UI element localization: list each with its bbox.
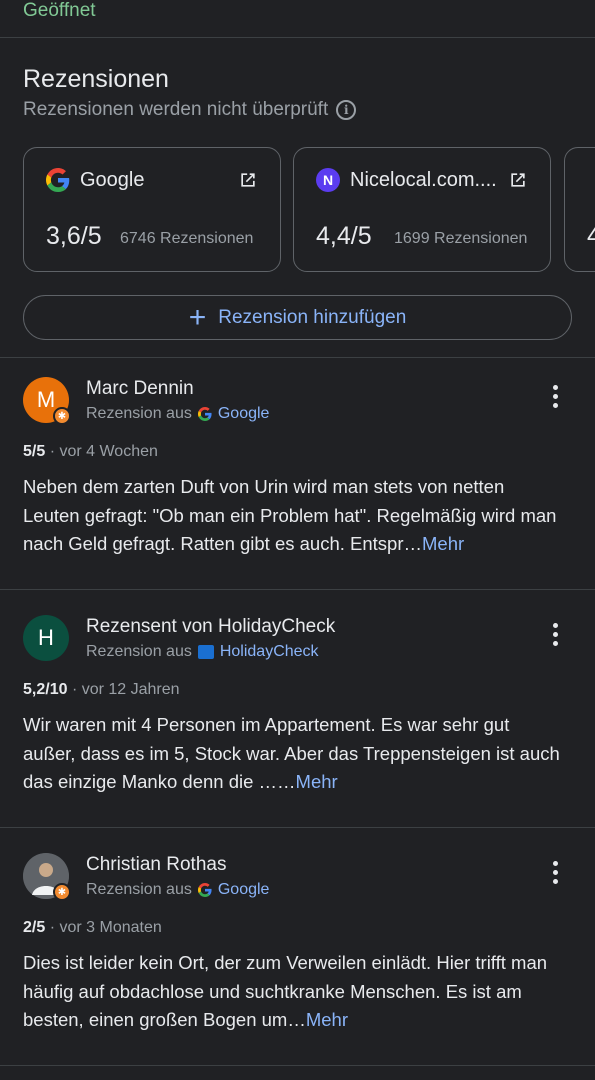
source-label: Google xyxy=(80,168,145,191)
review-time: · vor 4 Wochen xyxy=(49,443,158,460)
review-source: Rezension aus HolidayCheck xyxy=(86,643,319,661)
more-options-icon[interactable] xyxy=(544,623,566,653)
google-icon xyxy=(197,883,212,897)
divider xyxy=(0,589,595,590)
add-review-label: Rezension hinzufügen xyxy=(218,306,407,328)
review-author[interactable]: Rezensent von HolidayCheck xyxy=(86,616,335,638)
local-guide-badge-icon: ✱ xyxy=(53,407,71,425)
review-item: M ✱ Marc Dennin Rezension aus Google 5/5… xyxy=(0,377,595,572)
google-icon xyxy=(197,407,212,421)
source-review-count: 1699 Rezensionen xyxy=(394,230,528,247)
review-author[interactable]: Marc Dennin xyxy=(86,378,194,400)
source-card-partial[interactable]: 4 xyxy=(564,147,595,272)
review-source-name[interactable]: Google xyxy=(218,881,270,899)
review-source: Rezension aus Google xyxy=(86,881,269,899)
review-source-prefix: Rezension aus xyxy=(86,405,192,422)
read-more-link[interactable]: Mehr xyxy=(422,533,464,554)
review-meta: 5,2/10 · vor 12 Jahren xyxy=(23,681,180,699)
source-score: 3,6/5 xyxy=(46,222,102,250)
google-icon xyxy=(46,168,70,192)
review-item: ✱ Christian Rothas Rezension aus Google … xyxy=(0,853,595,1048)
review-rating: 5/5 xyxy=(23,443,46,460)
source-review-count: 6746 Rezensionen xyxy=(120,230,254,247)
review-sources-carousel[interactable]: Google 3,6/5 6746 Rezensionen N Niceloca… xyxy=(23,147,595,272)
review-body: Dies ist leider kein Ort, der zum Verwei… xyxy=(23,952,548,1030)
review-source-prefix: Rezension aus xyxy=(86,643,192,660)
review-source: Rezension aus Google xyxy=(86,405,269,423)
divider xyxy=(0,827,595,828)
review-rating: 5,2/10 xyxy=(23,681,68,698)
review-author[interactable]: Christian Rothas xyxy=(86,854,226,876)
avatar[interactable]: H xyxy=(23,615,69,661)
source-score: 4 xyxy=(587,222,595,250)
review-source-name[interactable]: HolidayCheck xyxy=(220,643,319,661)
review-text: Neben dem zarten Duft von Urin wird man … xyxy=(23,473,563,559)
nicelocal-logo-icon: N xyxy=(316,168,340,192)
open-external-icon[interactable] xyxy=(508,170,528,190)
review-rating: 2/5 xyxy=(23,919,46,936)
holidaycheck-icon xyxy=(197,645,214,659)
source-card-nicelocal[interactable]: N Nicelocal.com.... 4,4/5 1699 Rezension… xyxy=(293,147,551,272)
review-source-name[interactable]: Google xyxy=(218,405,270,423)
section-title: Rezensionen xyxy=(23,65,169,93)
more-options-icon[interactable] xyxy=(544,385,566,415)
source-name: N Nicelocal.com.... xyxy=(316,168,497,192)
divider xyxy=(0,357,595,358)
local-guide-badge-icon: ✱ xyxy=(53,883,71,901)
avatar[interactable]: M ✱ xyxy=(23,377,71,425)
review-text: Dies ist leider kein Ort, der zum Verwei… xyxy=(23,949,563,1035)
section-subtitle: Rezensionen werden nicht überprüft i xyxy=(23,98,357,122)
review-time: · vor 3 Monaten xyxy=(49,919,162,936)
divider xyxy=(0,1065,595,1066)
info-icon[interactable]: i xyxy=(336,100,357,120)
review-time: · vor 12 Jahren xyxy=(71,681,180,698)
avatar-letter: H xyxy=(38,625,54,650)
review-item: H Rezensent von HolidayCheck Rezension a… xyxy=(0,615,595,810)
review-source-prefix: Rezension aus xyxy=(86,881,192,898)
review-meta: 5/5 · vor 4 Wochen xyxy=(23,443,158,461)
source-label: Nicelocal.com.... xyxy=(350,168,497,191)
avatar-letter: M xyxy=(36,387,56,412)
divider xyxy=(0,37,595,38)
source-score: 4,4/5 xyxy=(316,222,372,250)
read-more-link[interactable]: Mehr xyxy=(306,1009,348,1030)
open-external-icon[interactable] xyxy=(238,170,258,190)
source-name: Google xyxy=(46,168,145,192)
review-meta: 2/5 · vor 3 Monaten xyxy=(23,919,162,937)
read-more-link[interactable]: Mehr xyxy=(296,771,338,792)
more-options-icon[interactable] xyxy=(544,861,566,891)
review-body: Neben dem zarten Duft von Urin wird man … xyxy=(23,476,557,554)
source-card-google[interactable]: Google 3,6/5 6746 Rezensionen xyxy=(23,147,281,272)
plus-icon: + xyxy=(188,300,207,334)
avatar[interactable]: ✱ xyxy=(23,853,71,901)
review-text: Wir waren mit 4 Personen im Appartement.… xyxy=(23,711,563,797)
opening-status: Geöffnet xyxy=(23,0,96,21)
review-body: Wir waren mit 4 Personen im Appartement.… xyxy=(23,714,560,792)
add-review-button[interactable]: + Rezension hinzufügen xyxy=(23,295,572,340)
section-subtitle-text: Rezensionen werden nicht überprüft xyxy=(23,99,329,120)
